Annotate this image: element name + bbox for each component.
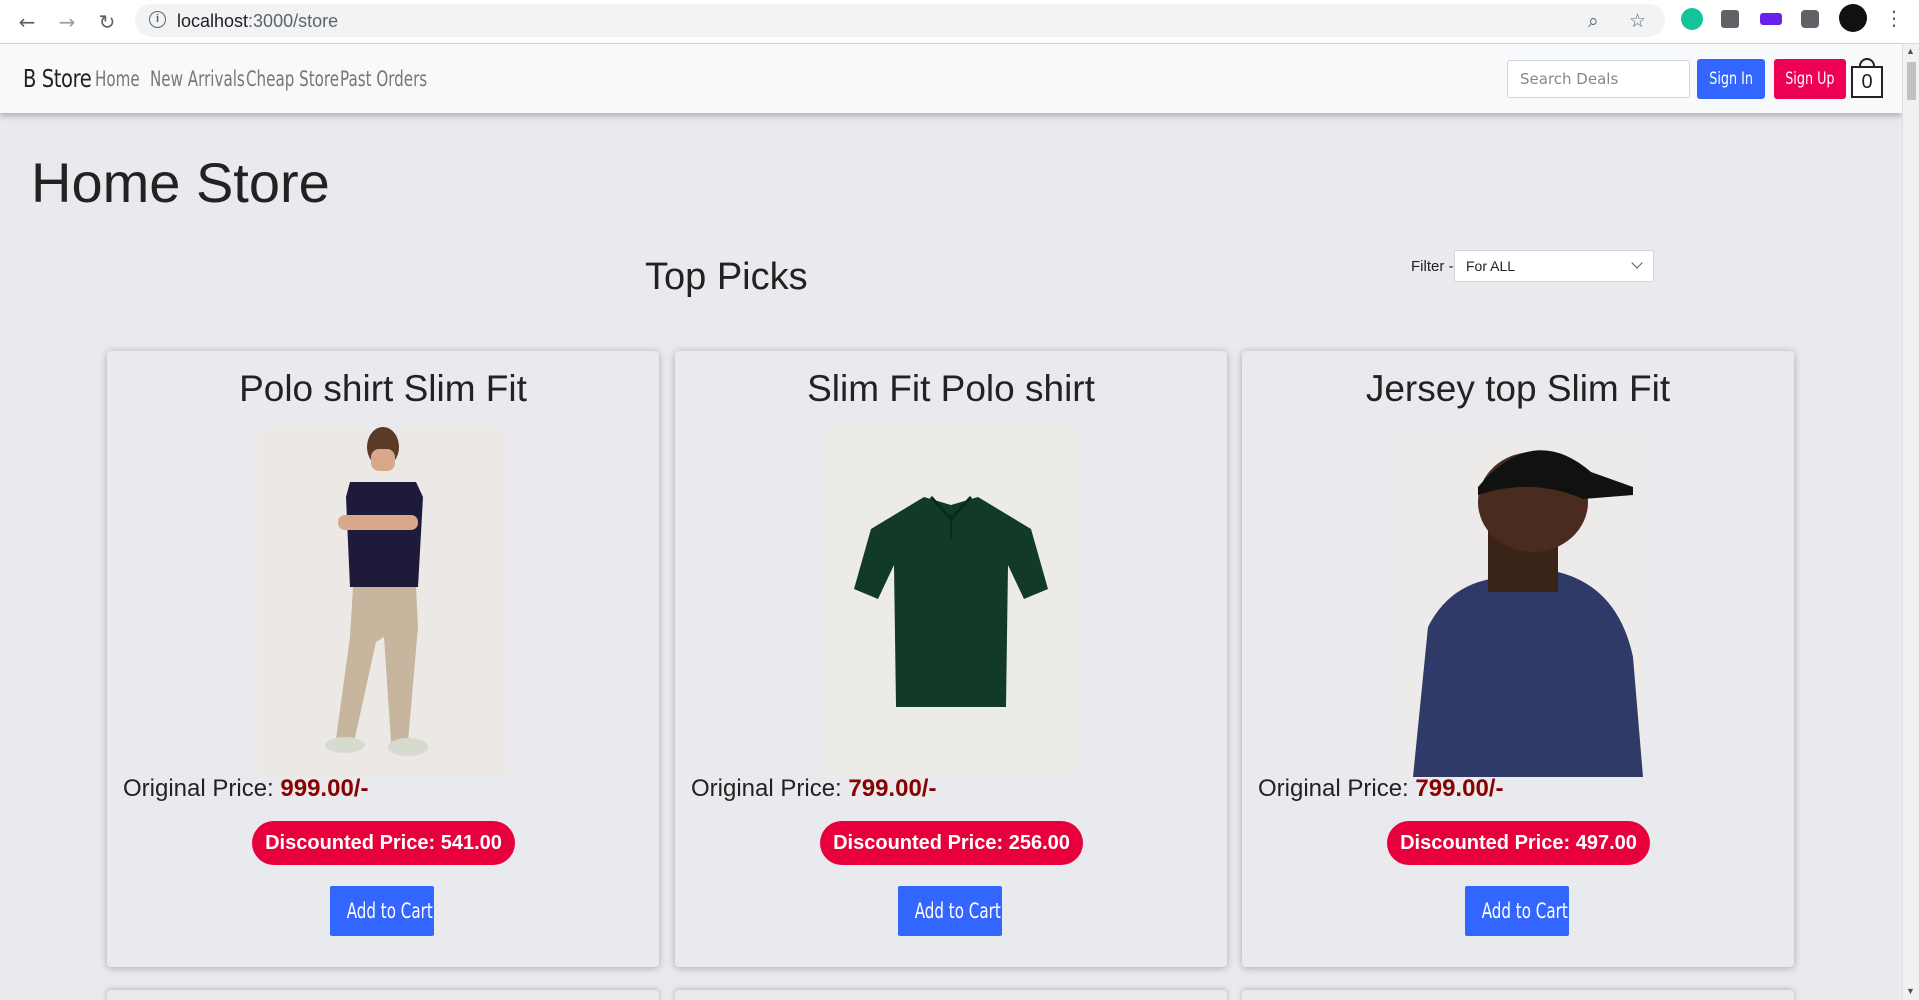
add-to-cart-button[interactable]: Add to Cart — [330, 886, 434, 936]
original-price-label: Original Price: — [123, 775, 281, 802]
browser-menu-icon[interactable]: ⋮ — [1884, 6, 1904, 30]
product-name: Jersey top Slim Fit — [1365, 368, 1671, 409]
filter-selected-value: For ALL — [1466, 258, 1516, 274]
product-image — [826, 427, 1076, 777]
product-image — [1393, 427, 1643, 777]
product-card-next-row — [107, 990, 659, 1000]
extensions-puzzle-icon[interactable] — [1801, 10, 1819, 28]
original-price-label: Original Price: — [691, 775, 849, 802]
cart-count: 0 — [1851, 66, 1883, 98]
scrollbar-thumb[interactable] — [1907, 62, 1916, 100]
filter-label: Filter - — [1411, 258, 1454, 275]
site-info-icon[interactable]: i — [149, 11, 166, 28]
page-scrollbar[interactable]: ▲ ▼ — [1902, 44, 1919, 1000]
original-price-value: 799.00/- — [1415, 775, 1504, 802]
original-price-label: Original Price: — [1258, 775, 1416, 802]
site-navbar: B Store Home New Arrivals Cheap Store Pa… — [0, 44, 1902, 113]
original-price: Original Price: 999.00/- — [123, 775, 368, 803]
product-card: Slim Fit Polo shirt Original Price: 799.… — [675, 351, 1227, 967]
add-to-cart-button[interactable]: Add to Cart — [898, 886, 1002, 936]
grammarly-extension-icon[interactable] — [1681, 8, 1703, 30]
sign-in-label: Sign In — [1709, 69, 1753, 89]
bookmark-star-icon[interactable]: ☆ — [1629, 10, 1646, 32]
profile-avatar[interactable] — [1839, 4, 1867, 32]
chevron-down-icon — [1631, 257, 1643, 269]
product-card-next-row — [1242, 990, 1794, 1000]
scroll-down-arrow-icon[interactable]: ▼ — [1906, 986, 1915, 996]
add-to-cart-button[interactable]: Add to Cart — [1465, 886, 1569, 936]
nav-link-cheap-store[interactable]: Cheap Store — [246, 67, 339, 91]
product-name: Slim Fit Polo shirt — [807, 368, 1095, 409]
product-card-next-row — [675, 990, 1227, 1000]
sign-up-button[interactable]: Sign Up — [1774, 59, 1846, 99]
add-to-cart-label: Add to Cart — [1481, 899, 1568, 923]
product-card: Polo shirt Slim Fit Original Price: 999.… — [107, 351, 659, 967]
original-price-value: 999.00/- — [280, 775, 369, 802]
product-image — [258, 427, 508, 777]
cart-button[interactable]: 0 — [1851, 58, 1883, 98]
section-title: Top Picks — [645, 256, 808, 298]
nav-link-new-arrivals[interactable]: New Arrivals — [150, 67, 245, 91]
address-url: localhost:3000/store — [177, 11, 339, 31]
original-price: Original Price: 799.00/- — [691, 775, 936, 803]
product-name: Polo shirt Slim Fit — [239, 368, 527, 409]
add-to-cart-label: Add to Cart — [914, 899, 1001, 923]
forward-icon[interactable]: → — [52, 7, 82, 37]
brand-logo[interactable]: B Store — [23, 64, 92, 93]
discounted-price-badge: Discounted Price: 256.00 — [820, 821, 1083, 865]
filter-dropdown[interactable]: For ALL — [1454, 250, 1654, 282]
original-price: Original Price: 799.00/- — [1258, 775, 1503, 803]
reload-icon[interactable]: ↻ — [92, 7, 122, 37]
discounted-price-badge: Discounted Price: 541.00 — [252, 821, 515, 865]
cube-extension-icon[interactable] — [1721, 10, 1739, 28]
add-to-cart-label: Add to Cart — [346, 899, 433, 923]
zoom-icon[interactable]: ⌕ — [1588, 10, 1599, 32]
search-deals-input[interactable] — [1507, 60, 1690, 98]
sign-up-label: Sign Up — [1785, 69, 1835, 89]
product-card: Jersey top Slim Fit Original Price: 799.… — [1242, 351, 1794, 967]
browser-toolbar: ← → ↻ i localhost:3000/store ⌕ ☆ ⋮ — [0, 0, 1919, 44]
scroll-up-arrow-icon[interactable]: ▲ — [1906, 46, 1915, 56]
page-title: Home Store — [31, 151, 330, 214]
original-price-value: 799.00/- — [848, 775, 937, 802]
wave-extension-icon[interactable] — [1760, 13, 1782, 25]
back-icon[interactable]: ← — [12, 7, 42, 37]
sign-in-button[interactable]: Sign In — [1697, 59, 1765, 99]
discounted-price-badge: Discounted Price: 497.00 — [1387, 821, 1650, 865]
nav-link-home[interactable]: Home — [95, 67, 140, 91]
nav-link-past-orders[interactable]: Past Orders — [340, 67, 427, 91]
address-bar[interactable]: i localhost:3000/store ⌕ ☆ — [135, 4, 1665, 37]
